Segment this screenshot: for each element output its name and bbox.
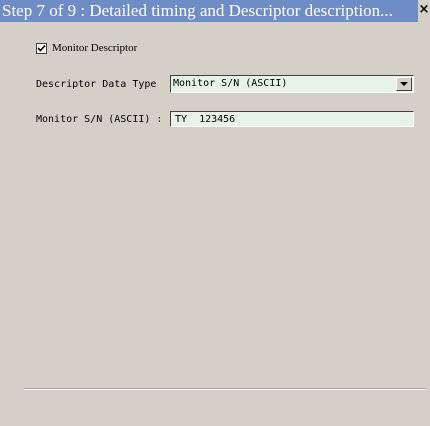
window-title: Step 7 of 9 : Detailed timing and Descri… [0,0,418,22]
footer-divider [24,388,426,390]
monitor-sn-label: Monitor S/N (ASCII) : [36,114,163,125]
dropdown-button[interactable] [396,77,412,91]
monitor-descriptor-label: Monitor Descriptor [52,42,138,54]
monitor-descriptor-option: Monitor Descriptor [36,41,137,55]
descriptor-data-type-value: Monitor S/N (ASCII) [173,78,288,89]
close-icon: × [418,2,430,17]
wizard-window: Step 7 of 9 : Detailed timing and Descri… [0,0,430,426]
checkmark-icon [37,44,46,52]
monitor-descriptor-checkbox[interactable] [36,42,47,54]
close-button[interactable]: × [418,2,430,18]
descriptor-data-type-select[interactable]: Monitor S/N (ASCII) [170,75,414,93]
monitor-sn-input[interactable] [170,111,414,127]
descriptor-data-type-label: Descriptor Data Type [36,79,157,90]
chevron-down-icon [400,82,408,86]
